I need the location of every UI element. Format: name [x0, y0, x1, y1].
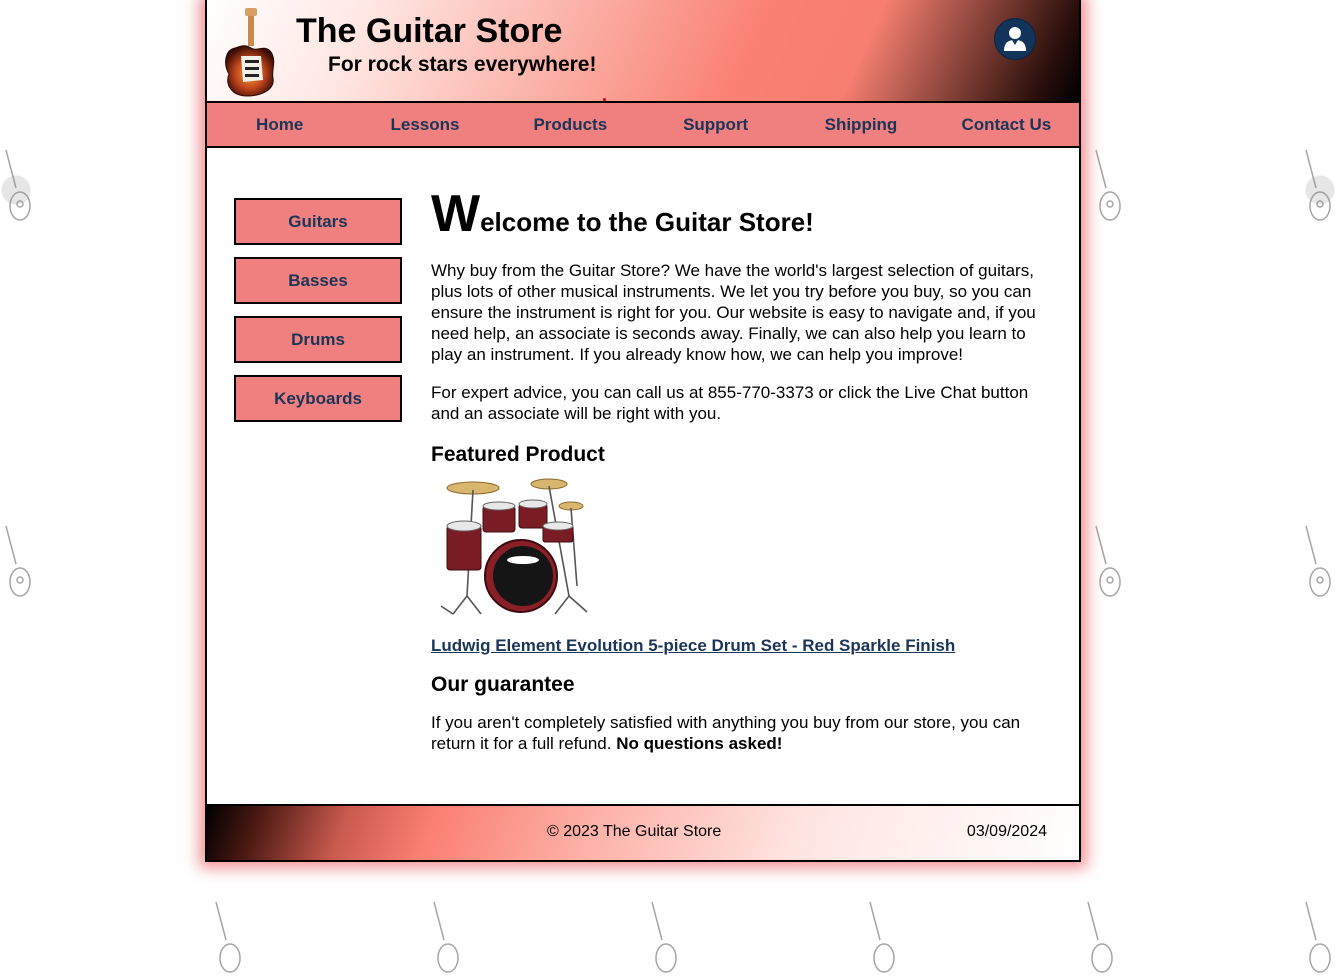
main-nav: Home Lessons Products Support Shipping C…	[207, 103, 1079, 148]
nav-lessons[interactable]: Lessons	[352, 103, 497, 146]
electric-guitar-logo-icon	[225, 8, 275, 97]
background-guitar-icon	[215, 901, 241, 973]
sidebar-item-guitars[interactable]: Guitars	[234, 198, 402, 245]
background-guitar-icon	[1095, 149, 1121, 221]
background-guitar-icon	[1087, 901, 1113, 973]
sidebar-item-basses[interactable]: Basses	[234, 257, 402, 304]
site-title: The Guitar Store	[296, 12, 563, 50]
sidebar-item-drums[interactable]: Drums	[234, 316, 402, 363]
background-guitar-icon	[5, 525, 31, 597]
intro-paragraph: Why buy from the Guitar Store? We have t…	[431, 261, 1036, 364]
guarantee-emphasis: No questions asked!	[616, 734, 783, 753]
sidebar-item-keyboards[interactable]: Keyboards	[234, 375, 402, 422]
background-guitar-icon	[433, 901, 459, 973]
main-content: Welcome to the Guitar Store! Why buy fro…	[431, 188, 1061, 754]
featured-product-link[interactable]: Ludwig Element Evolution 5-piece Drum Se…	[431, 636, 955, 656]
category-sidebar: Guitars Basses Drums Keyboards	[234, 198, 402, 434]
page-container: The Guitar Store For rock stars everywhe…	[205, 0, 1081, 862]
background-guitar-icon	[869, 901, 895, 973]
nav-contact-us[interactable]: Contact Us	[934, 103, 1079, 146]
decorative-dot	[603, 98, 606, 101]
site-tagline: For rock stars everywhere!	[328, 53, 597, 76]
advice-paragraph: For expert advice, you can call us at 85…	[431, 383, 1029, 423]
background-guitar-icon	[5, 149, 31, 221]
background-guitar-icon	[1305, 901, 1331, 973]
user-account-button[interactable]	[994, 18, 1036, 60]
site-footer: © 2023 The Guitar Store 03/09/2024	[207, 804, 1079, 860]
page-title: Welcome to the Guitar Store!	[431, 188, 1061, 253]
background-guitar-icon	[1305, 525, 1331, 597]
copyright-text: © 2023 The Guitar Store	[547, 823, 722, 840]
nav-shipping[interactable]: Shipping	[788, 103, 933, 146]
page-title-rest: elcome to the Guitar Store!	[480, 207, 814, 237]
nav-support[interactable]: Support	[643, 103, 788, 146]
background-guitar-icon	[651, 901, 677, 973]
footer-date: 03/09/2024	[966, 823, 1047, 840]
site-header: The Guitar Store For rock stars everywhe…	[207, 0, 1079, 103]
drum-set-image	[440, 478, 588, 615]
user-icon	[1004, 27, 1026, 51]
guarantee-paragraph: If you aren't completely satisfied with …	[431, 712, 1061, 754]
background-guitar-icon	[1305, 149, 1331, 221]
nav-home[interactable]: Home	[207, 103, 352, 146]
background-guitar-icon	[1095, 525, 1121, 597]
nav-products[interactable]: Products	[498, 103, 643, 146]
featured-product-heading: Featured Product	[431, 443, 605, 466]
page-title-initial: W	[431, 185, 481, 243]
guarantee-heading: Our guarantee	[431, 673, 575, 696]
